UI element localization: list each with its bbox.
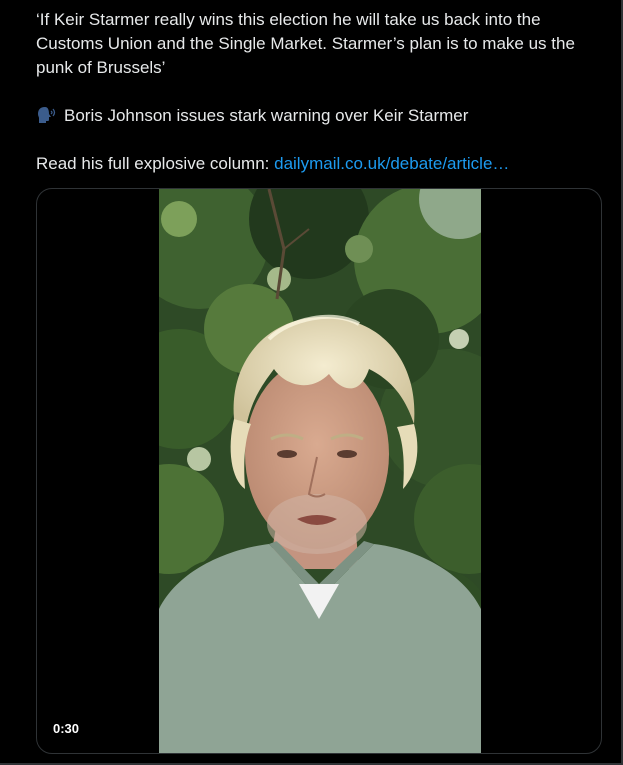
speaking-head-icon <box>36 106 58 124</box>
video-duration: 0:30 <box>47 719 86 739</box>
article-link[interactable]: dailymail.co.uk/debate/article… <box>274 154 509 173</box>
read-more-line: Read his full explosive column: dailymai… <box>36 152 606 176</box>
read-more-label: Read his full explosive column: <box>36 154 275 173</box>
headline-text: Boris Johnson issues stark warning over … <box>64 106 469 125</box>
video-player[interactable]: 0:30 <box>36 188 602 754</box>
headline-line: Boris Johnson issues stark warning over … <box>36 104 606 128</box>
quote-line-2: Customs Union and the Single Market. Sta… <box>36 34 575 53</box>
quote-line-1: ‘If Keir Starmer really wins this electi… <box>36 10 541 29</box>
video-thumbnail[interactable] <box>159 189 481 753</box>
quote-line-3: punk of Brussels’ <box>36 58 166 77</box>
tweet-text: ‘If Keir Starmer really wins this electi… <box>36 8 606 176</box>
